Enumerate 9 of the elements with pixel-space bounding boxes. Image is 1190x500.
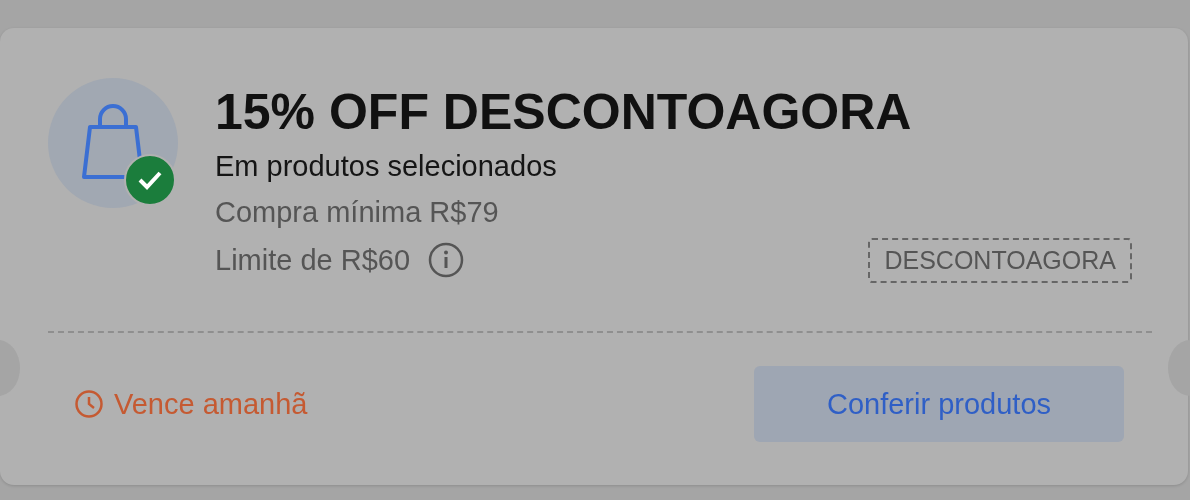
coupon-subtitle: Em produtos selecionados: [215, 149, 558, 184]
coupon-code: DESCONTOAGORA: [868, 237, 1132, 283]
info-icon[interactable]: [428, 242, 465, 278]
clock-icon: [74, 389, 104, 419]
discount-limit: Limite de R$60: [215, 243, 411, 278]
minimum-purchase: Compra mínima R$79: [215, 195, 500, 230]
expiry-text: Vence amanhã: [114, 387, 308, 421]
view-products-button[interactable]: Conferir produtos: [754, 366, 1124, 442]
coupon-title: 15% OFF DESCONTOAGORA: [215, 84, 913, 140]
